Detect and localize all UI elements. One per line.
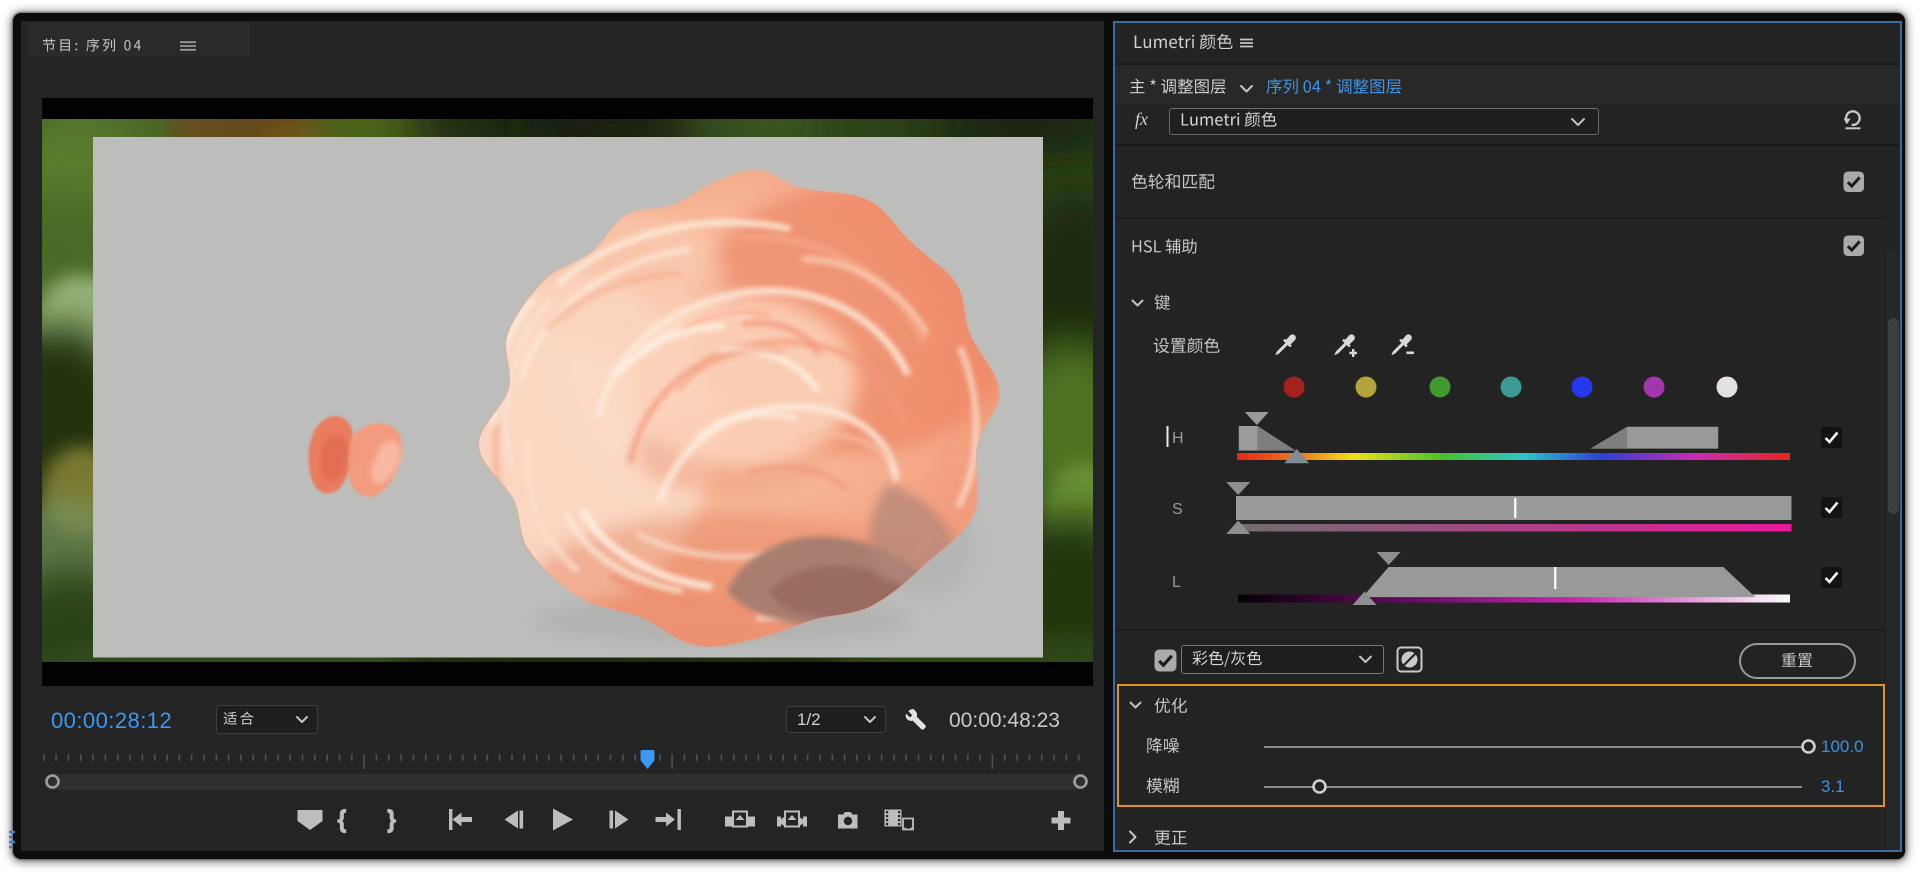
svg-text:L: L (1172, 574, 1181, 591)
svg-text:S: S (1172, 501, 1183, 518)
svg-text:H: H (1172, 430, 1184, 447)
